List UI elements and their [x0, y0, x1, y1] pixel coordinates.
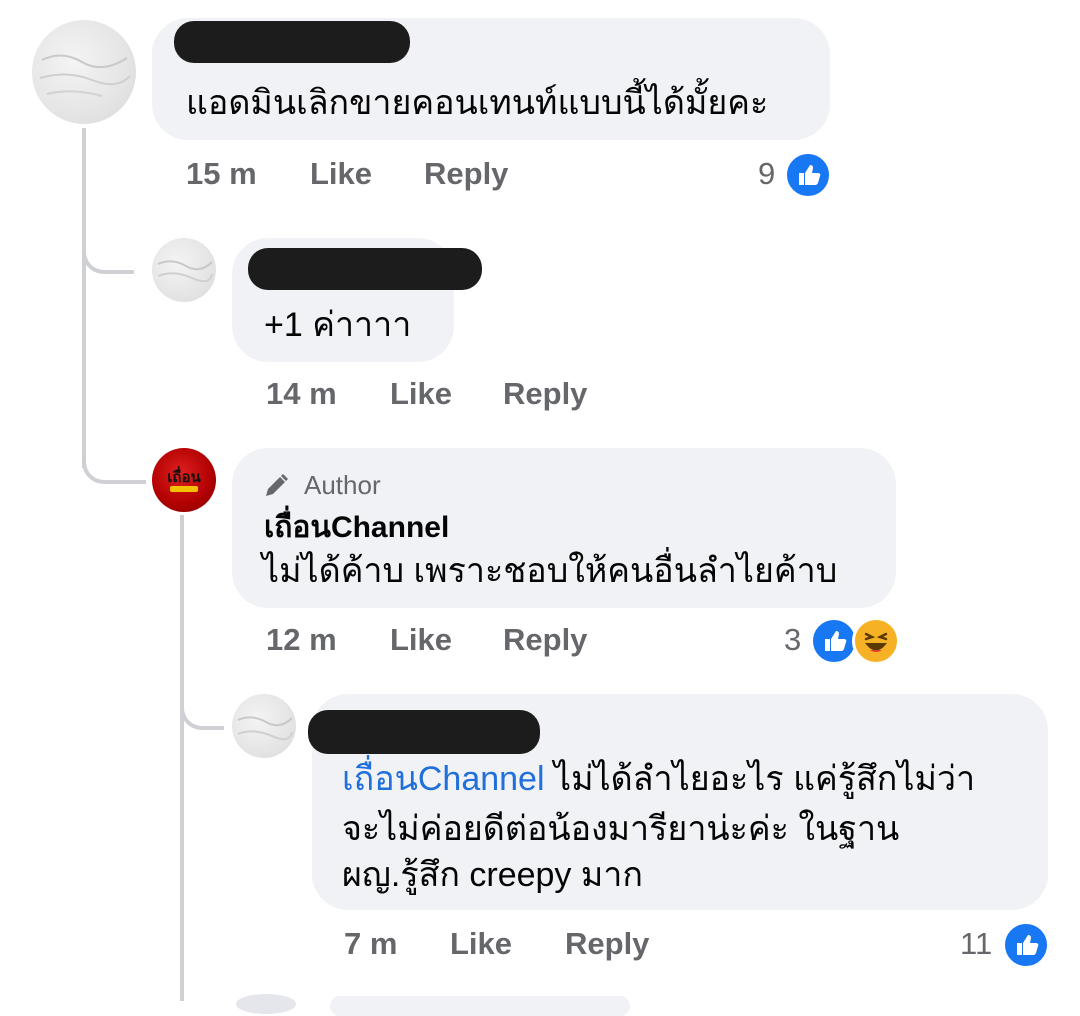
- commenter-name[interactable]: เถื่อนChannel: [264, 504, 449, 551]
- comment-text-line-3: ผญ.รู้สึก creepy มาก: [342, 856, 643, 894]
- thread-connector-reply-1: [82, 230, 134, 274]
- avatar-image: [39, 54, 131, 97]
- next-comment-bubble-peek: [330, 996, 630, 1016]
- comment-text: +1 ค่าาาา: [264, 306, 412, 344]
- next-comment-peek: [236, 994, 296, 1014]
- reply-button[interactable]: Reply: [424, 156, 508, 192]
- comment-time[interactable]: 15 m: [186, 156, 257, 192]
- comment-time[interactable]: 7 m: [344, 926, 397, 962]
- thread-connector-reply-3: [180, 680, 224, 730]
- like-button[interactable]: Like: [390, 622, 452, 658]
- pencil-icon: [266, 474, 288, 496]
- reaction-count[interactable]: 3: [784, 622, 801, 658]
- comment-time[interactable]: 14 m: [266, 376, 337, 412]
- redacted-author-name: [308, 710, 540, 754]
- thread-line-main: [82, 128, 86, 468]
- comment-text: แอดมินเลิกขายคอนเทนท์แบบนี้ได้มั้ยคะ: [186, 84, 769, 122]
- comment-text: ไม่ได้ค้าบ เพราะชอบให้คนอื่นลำไยค้าบ: [262, 552, 838, 590]
- mention-link[interactable]: เถื่อนChannel: [342, 760, 545, 798]
- reply-button[interactable]: Reply: [503, 622, 587, 658]
- like-icon: [784, 151, 832, 199]
- avatar-image: [157, 260, 213, 283]
- svg-text:เถื่อน: เถื่อน: [167, 466, 201, 486]
- comment-text-line-2: จะไม่ค่อยดีต่อน้องมารียาน่ะค่ะ ในฐาน: [342, 810, 900, 848]
- avatar[interactable]: [32, 20, 136, 124]
- reply-button[interactable]: Reply: [503, 376, 587, 412]
- like-button[interactable]: Like: [310, 156, 372, 192]
- like-icon: [810, 617, 858, 665]
- comment-bubble: +1 ค่าาาา: [232, 238, 482, 362]
- reply-button[interactable]: Reply: [565, 926, 649, 962]
- comment-text-line-1: เถื่อนChannel ไม่ได้ลำไยอะไร แค่รู้สึกไม…: [342, 760, 976, 798]
- comment-bubble: Author เถื่อนChannel ไม่ได้ค้าบ เพราะชอบ…: [232, 448, 896, 608]
- like-button[interactable]: Like: [390, 376, 452, 412]
- avatar-image: [237, 716, 293, 741]
- reaction-count[interactable]: 11: [960, 926, 992, 962]
- redacted-author-name: [248, 248, 482, 290]
- comment-time[interactable]: 12 m: [266, 622, 337, 658]
- channel-logo: เถื่อน: [167, 466, 201, 492]
- haha-icon: [852, 617, 900, 665]
- like-button[interactable]: Like: [450, 926, 512, 962]
- comment-bubble: แอดมินเลิกขายคอนเทนท์แบบนี้ได้มั้ยคะ: [152, 18, 830, 140]
- thread-connector-reply-2: [82, 440, 146, 484]
- avatar[interactable]: [232, 694, 296, 758]
- reaction-count[interactable]: 9: [758, 156, 775, 192]
- redacted-author-name: [174, 21, 410, 63]
- author-badge: Author: [304, 470, 381, 500]
- like-icon: [1002, 921, 1050, 969]
- author-avatar[interactable]: เถื่อน: [152, 448, 216, 512]
- comment-bubble: เถื่อนChannel ไม่ได้ลำไยอะไร แค่รู้สึกไม…: [308, 694, 1048, 910]
- avatar[interactable]: [152, 238, 216, 302]
- thread-line-sub: [180, 515, 184, 1001]
